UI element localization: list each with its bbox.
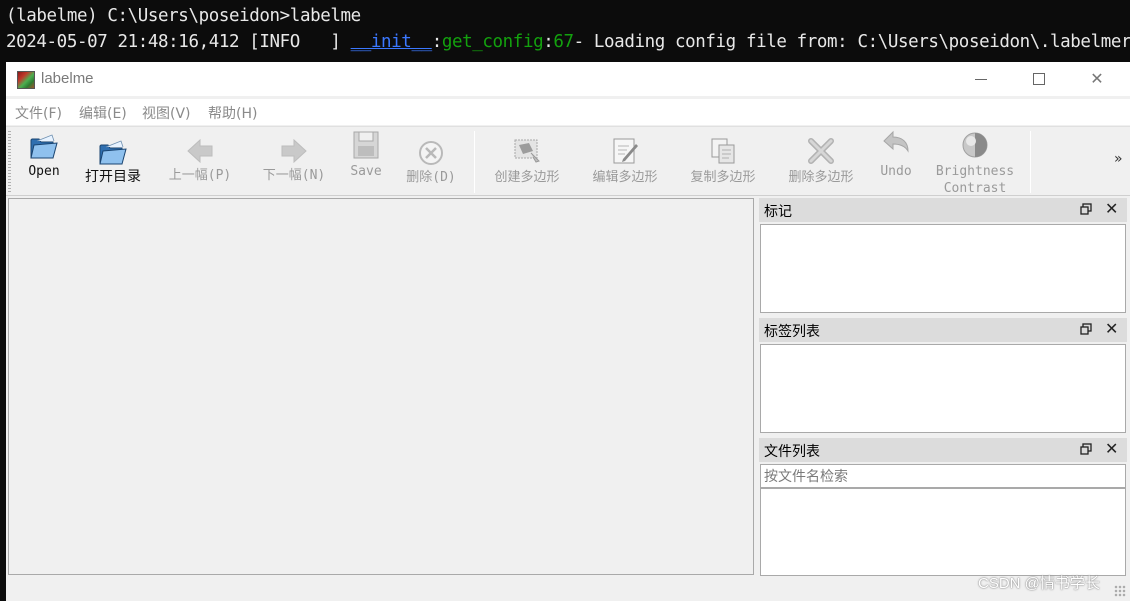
polygon-create-icon — [514, 139, 540, 163]
flags-dock: 标记 ✕ — [759, 198, 1127, 314]
image-canvas[interactable] — [8, 198, 754, 575]
save-button[interactable]: Save — [342, 129, 390, 193]
watermark: CSDN @情书学长 — [978, 575, 1100, 592]
flags-dock-title: 标记 — [764, 204, 792, 220]
title-bar[interactable]: labelme ✕ — [6, 62, 1130, 96]
menu-bar: 文件(F) 编辑(E) 视图(V) 帮助(H) — [6, 99, 1130, 125]
create-polygon-label: 创建多边形 — [494, 170, 560, 185]
close-icon: ✕ — [1090, 69, 1104, 88]
labels-dock-title: 标签列表 — [764, 324, 820, 340]
open-dir-button[interactable]: 打开目录 — [78, 129, 148, 193]
console-line-2-func: get_config — [441, 32, 544, 52]
dock-float-icon[interactable] — [1080, 203, 1092, 215]
delete-polygon-button[interactable]: 删除多边形 — [776, 129, 866, 193]
copy-polygon-button[interactable]: 复制多边形 — [678, 129, 768, 193]
window-title: labelme — [41, 70, 94, 87]
arrow-right-icon — [281, 138, 307, 164]
save-label: Save — [350, 164, 382, 179]
dock-close-icon[interactable]: ✕ — [1105, 199, 1118, 218]
maximize-icon — [1033, 73, 1045, 85]
file-list[interactable] — [760, 488, 1126, 576]
toolbar-separator — [474, 131, 475, 193]
maximize-button[interactable] — [1010, 62, 1068, 96]
console-line-1: (labelme) C:\Users\poseidon>labelme — [6, 6, 361, 26]
next-image-label: 下一幅(N) — [262, 168, 326, 183]
label-list[interactable] — [760, 344, 1126, 433]
polygon-edit-icon — [613, 138, 638, 164]
console-line-2-lineno: 67 — [553, 32, 574, 52]
dock-float-icon[interactable] — [1080, 323, 1092, 335]
size-grip-icon[interactable] — [1114, 585, 1126, 597]
minimize-button[interactable] — [952, 62, 1010, 96]
toolbar-overflow-icon[interactable]: » — [1114, 151, 1123, 167]
open-label: Open — [28, 164, 60, 179]
next-image-button[interactable]: 下一幅(N) — [254, 129, 334, 193]
labelme-window: labelme ✕ 文件(F) 编辑(E) 视图(V) 帮助(H) Open 打… — [6, 62, 1130, 601]
console-line-2-sep1: : — [431, 32, 443, 52]
console-line-2-module: __init__ — [350, 32, 432, 52]
dock-float-icon[interactable] — [1080, 443, 1092, 455]
files-dock-title-bar[interactable]: 文件列表 ✕ — [759, 438, 1127, 462]
prev-image-button[interactable]: 上一幅(P) — [160, 129, 240, 193]
dock-close-icon[interactable]: ✕ — [1105, 319, 1118, 338]
toolbar-separator-end — [1030, 131, 1031, 193]
delete-file-label: 删除(D) — [406, 170, 456, 185]
brightness-contrast-icon — [962, 132, 988, 158]
flags-list[interactable] — [760, 224, 1126, 313]
floppy-disk-icon — [353, 131, 379, 159]
menu-file[interactable]: 文件(F) — [15, 103, 62, 123]
delete-polygon-label: 删除多边形 — [788, 170, 854, 185]
console-line-2-prefix: 2024-05-07 21:48:16,412 [INFO ] — [6, 32, 351, 52]
open-button[interactable]: Open — [16, 129, 72, 193]
files-dock: 文件列表 ✕ — [759, 438, 1127, 576]
labels-dock-title-bar[interactable]: 标签列表 ✕ — [759, 318, 1127, 342]
dock-close-icon[interactable]: ✕ — [1105, 439, 1118, 458]
brightness-contrast-button[interactable]: Brightness Contrast — [926, 129, 1024, 196]
close-button[interactable]: ✕ — [1068, 62, 1126, 96]
toolbar: Open 打开目录 上一幅(P) 下一幅(N) Save 删除(D) 创建多边形… — [6, 126, 1130, 196]
folder-open-dir-icon — [99, 140, 127, 165]
arrow-left-icon — [187, 138, 213, 164]
menu-help[interactable]: 帮助(H) — [208, 103, 257, 123]
console-line-2-message: - Loading config file from: C:\Users\pos… — [573, 32, 1130, 52]
cancel-circle-icon — [419, 141, 443, 165]
undo-icon — [883, 130, 909, 153]
undo-label: Undo — [880, 164, 912, 179]
polygon-copy-icon — [711, 138, 735, 164]
open-dir-label: 打开目录 — [85, 169, 141, 185]
folder-open-icon — [30, 134, 58, 159]
labelme-app-icon — [17, 71, 35, 89]
menu-view[interactable]: 视图(V) — [142, 103, 191, 123]
terminal-console: (labelme) C:\Users\poseidon>labelme 2024… — [0, 0, 1130, 62]
menu-edit[interactable]: 编辑(E) — [79, 103, 127, 123]
prev-image-label: 上一幅(P) — [168, 168, 232, 183]
edit-polygon-button[interactable]: 编辑多边形 — [580, 129, 670, 193]
edit-polygon-label: 编辑多边形 — [592, 170, 658, 185]
toolbar-grip[interactable] — [8, 131, 11, 193]
undo-button[interactable]: Undo — [872, 129, 920, 193]
brightness-contrast-label: Brightness Contrast — [935, 164, 1015, 196]
delete-file-button[interactable]: 删除(D) — [398, 129, 464, 193]
copy-polygon-label: 复制多边形 — [690, 170, 756, 185]
status-bar — [6, 577, 1130, 601]
flags-dock-title-bar[interactable]: 标记 ✕ — [759, 198, 1127, 222]
file-search-input[interactable] — [760, 464, 1126, 488]
create-polygon-button[interactable]: 创建多边形 — [482, 129, 572, 193]
polygon-delete-icon — [808, 138, 834, 164]
files-dock-title: 文件列表 — [764, 444, 820, 460]
labels-dock: 标签列表 ✕ — [759, 318, 1127, 434]
minimize-icon — [975, 79, 987, 80]
console-line-2-sep2: : — [543, 32, 554, 52]
